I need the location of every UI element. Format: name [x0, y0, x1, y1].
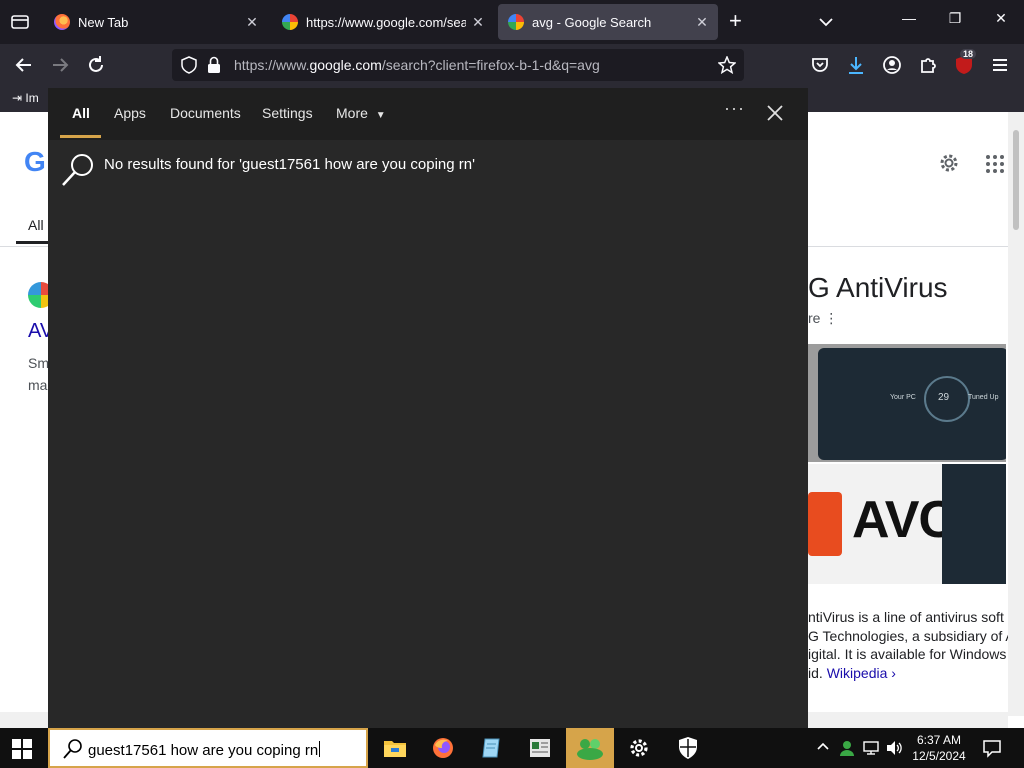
- avg-logo-mark: [808, 492, 842, 556]
- clock-time: 6:37 AM: [916, 733, 962, 747]
- new-tab-button[interactable]: +: [729, 10, 742, 32]
- wikipedia-link[interactable]: Wikipedia ›: [827, 665, 896, 681]
- taskbar-search-input: guest17561 how are you coping rn: [88, 741, 321, 759]
- knowledge-panel-image-logo[interactable]: AVC: [808, 464, 1006, 584]
- back-arrow-icon[interactable]: [12, 53, 36, 77]
- lock-icon[interactable]: [206, 56, 222, 79]
- tab-google-search-1[interactable]: https://www.google.com/searc ✕: [272, 4, 494, 40]
- taskbar: guest17561 how are you coping rn 6:37 AM…: [0, 728, 1024, 768]
- settings-icon[interactable]: [615, 728, 663, 768]
- scope-more-dropdown[interactable]: More ▼: [336, 105, 386, 121]
- scope-tab-apps[interactable]: Apps: [114, 105, 146, 121]
- search-query-text: guest17561 how are you coping rn: [88, 742, 319, 759]
- restore-icon[interactable]: ❐: [940, 10, 970, 27]
- close-flyout-icon[interactable]: [764, 102, 786, 129]
- url-bar[interactable]: https://www.google.com/search?client=fir…: [172, 49, 744, 81]
- file-explorer-icon[interactable]: [371, 728, 419, 768]
- notepad-icon[interactable]: [467, 728, 515, 768]
- bookmark-label: Im: [25, 91, 39, 105]
- caret-down-icon: ▼: [375, 110, 386, 121]
- import-icon: ⇥: [12, 91, 23, 105]
- bookmark-import[interactable]: ⇥ Im: [12, 91, 39, 105]
- magnifier-icon: [60, 152, 96, 193]
- more-vertical-icon[interactable]: ⋮: [824, 310, 838, 326]
- user-account-tray-icon[interactable]: [838, 739, 856, 762]
- extensions-puzzle-icon[interactable]: [916, 53, 940, 77]
- system-clock[interactable]: 6:37 AM 12/5/2024: [906, 732, 972, 764]
- scope-tab-documents[interactable]: Documents: [170, 105, 241, 121]
- logo-text: AVC: [852, 491, 956, 549]
- tracking-protection-shield-icon[interactable]: [180, 56, 198, 79]
- knowledge-panel-title: G AntiVirus: [808, 272, 948, 303]
- screen-label: Tuned Up: [968, 394, 999, 401]
- forward-arrow-icon[interactable]: [48, 53, 72, 77]
- no-results-message: No results found for 'guest17561 how are…: [104, 156, 475, 173]
- knowledge-panel-subtitle[interactable]: re ⋮: [808, 310, 838, 327]
- windows-start-icon[interactable]: [12, 739, 32, 764]
- app-screenshot: [942, 464, 1006, 584]
- close-tab-icon[interactable]: ✕: [240, 14, 264, 31]
- google-logo[interactable]: G: [24, 146, 46, 178]
- bookmark-star-icon[interactable]: [717, 55, 737, 79]
- laptop-screen: Your PC 29 Tuned Up: [818, 348, 1006, 460]
- tab-title: https://www.google.com/searc: [306, 14, 466, 30]
- google-icon: [282, 14, 298, 30]
- google-tab-underline: [16, 241, 50, 244]
- tab-new-tab[interactable]: New Tab ✕: [44, 4, 268, 40]
- url-text[interactable]: https://www.google.com/search?client=fir…: [234, 57, 600, 73]
- scope-tab-all[interactable]: All: [72, 105, 90, 121]
- google-apps-grid-icon[interactable]: [985, 154, 1005, 179]
- tab-title: avg - Google Search: [532, 14, 652, 30]
- clock-date: 12/5/2024: [912, 749, 966, 763]
- knowledge-panel-image-laptop[interactable]: Your PC 29 Tuned Up: [808, 344, 1006, 462]
- scope-tab-settings[interactable]: Settings: [262, 105, 313, 121]
- more-options-ellipsis-icon[interactable]: ···: [724, 98, 745, 119]
- text-caret: [319, 741, 321, 757]
- close-tab-icon[interactable]: ✕: [466, 14, 490, 31]
- tab-avg-google-search[interactable]: avg - Google Search ✕: [498, 4, 718, 40]
- screen-label: 29: [938, 392, 950, 403]
- list-all-tabs-icon[interactable]: [816, 12, 836, 37]
- screen-label: Your PC: [890, 394, 916, 401]
- scrollbar-thumb[interactable]: [1013, 130, 1019, 230]
- firefox-icon: [54, 14, 70, 30]
- show-hidden-icons-chevron-icon[interactable]: [815, 739, 831, 760]
- tab-title: New Tab: [78, 14, 129, 30]
- google-settings-gear-icon[interactable]: [937, 151, 961, 180]
- reload-icon[interactable]: [84, 53, 108, 77]
- pocket-icon[interactable]: [808, 53, 832, 77]
- close-tab-icon[interactable]: ✕: [690, 14, 714, 31]
- news-icon[interactable]: [516, 728, 564, 768]
- notification-center-icon[interactable]: [982, 738, 1002, 763]
- minimize-icon[interactable]: —: [894, 10, 924, 26]
- tab-bar: New Tab ✕ https://www.google.com/searc ✕…: [0, 0, 1024, 44]
- taskbar-search-box[interactable]: guest17561 how are you coping rn: [48, 728, 368, 768]
- network-icon[interactable]: [862, 739, 880, 762]
- more-label: More: [336, 105, 368, 121]
- extension-badge: 18: [960, 49, 977, 59]
- knowledge-panel-description: ntiVirus is a line of antivirus soft G T…: [808, 609, 1015, 681]
- navigation-toolbar: https://www.google.com/search?client=fir…: [0, 44, 1024, 86]
- selected-tab-indicator: [60, 135, 101, 138]
- search-icon: [62, 738, 84, 765]
- google-icon: [508, 14, 524, 30]
- menu-hamburger-icon[interactable]: [988, 53, 1012, 77]
- search-scope-tabs: All Apps Documents Settings More ▼ ···: [48, 88, 808, 140]
- people-icon[interactable]: [566, 728, 614, 768]
- account-icon[interactable]: [880, 53, 904, 77]
- security-icon[interactable]: [664, 728, 712, 768]
- firefox-icon[interactable]: [419, 728, 467, 768]
- volume-icon[interactable]: [885, 739, 903, 762]
- result-snippet: Sm ma: [28, 355, 49, 393]
- windows-search-flyout: All Apps Documents Settings More ▼ ··· N…: [48, 88, 808, 728]
- page-vertical-scrollbar[interactable]: [1008, 112, 1024, 716]
- google-tab-all[interactable]: All: [28, 217, 44, 233]
- firefox-view-icon[interactable]: [8, 10, 32, 34]
- close-window-icon[interactable]: ✕: [986, 10, 1016, 27]
- downloads-icon[interactable]: [844, 53, 868, 77]
